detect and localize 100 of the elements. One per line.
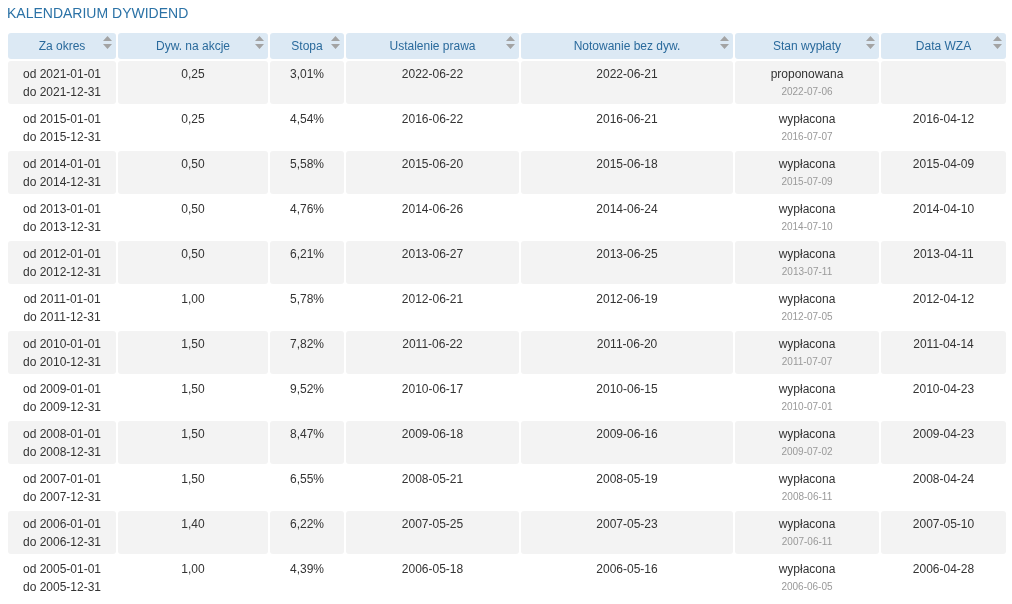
payment-status: wypłacona	[777, 291, 837, 308]
ex-dividend-date: 2008-05-19	[596, 471, 658, 488]
record-date: 2022-06-22	[401, 66, 464, 83]
period-to: do 2021-12-31	[21, 84, 103, 101]
column-header[interactable]: Dyw. na akcje	[118, 33, 268, 59]
column-header[interactable]: Stan wypłaty	[735, 33, 879, 59]
payment-date: 2007-06-11	[780, 535, 834, 549]
ex-dividend-date: 2014-06-24	[596, 201, 658, 218]
dividend-yield: 8,47%	[290, 426, 324, 443]
dividend-yield: 6,21%	[290, 246, 324, 263]
agm-date: 2016-04-12	[912, 111, 975, 128]
dividend-yield: 9,52%	[290, 381, 324, 398]
ex-dividend-date: 2015-06-18	[596, 156, 658, 173]
ex-dividend-date: 2007-05-23	[596, 516, 658, 533]
dividend-per-share: 0,50	[181, 156, 205, 173]
dividend-per-share: 0,25	[181, 111, 205, 128]
dividend-per-share: 1,50	[181, 426, 205, 443]
period-from: od 2012-01-01	[21, 246, 103, 263]
payment-date: 2012-07-05	[780, 310, 834, 324]
dividend-per-share: 0,50	[181, 201, 205, 218]
column-header[interactable]: Ustalenie prawa	[346, 33, 519, 59]
ex-dividend-date: 2013-06-25	[596, 246, 658, 263]
period-from: od 2008-01-01	[21, 426, 103, 443]
record-date: 2015-06-20	[401, 156, 464, 173]
column-header[interactable]: Stopa	[270, 33, 344, 59]
agm-date: 2010-04-23	[912, 381, 975, 398]
record-date: 2016-06-22	[401, 111, 464, 128]
dividend-yield: 5,58%	[290, 156, 324, 173]
ex-dividend-date: 2012-06-19	[596, 291, 658, 308]
record-date: 2013-06-27	[401, 246, 464, 263]
dividend-per-share: 1,00	[181, 561, 205, 578]
period-from: od 2014-01-01	[21, 156, 103, 173]
payment-status: wypłacona	[777, 336, 837, 353]
dividend-per-share: 0,50	[181, 246, 205, 263]
period-from: od 2011-01-01	[22, 291, 102, 308]
ex-dividend-date: 2006-05-16	[596, 561, 658, 578]
agm-date: 2011-04-14	[913, 336, 974, 353]
dividend-yield: 6,55%	[290, 471, 324, 488]
dividend-yield: 7,82%	[290, 336, 324, 353]
column-header[interactable]: Notowanie bez dyw.	[521, 33, 733, 59]
period-to: do 2011-12-31	[22, 309, 102, 326]
agm-date: 2014-04-10	[912, 201, 975, 218]
dividend-yield: 4,54%	[290, 111, 324, 128]
record-date: 2006-05-18	[401, 561, 464, 578]
dividend-per-share: 1,50	[181, 471, 205, 488]
payment-status: wypłacona	[777, 246, 837, 263]
period-from: od 2009-01-01	[21, 381, 103, 398]
period-from: od 2013-01-01	[21, 201, 103, 218]
record-date: 2009-06-18	[401, 426, 464, 443]
dividend-yield: 5,78%	[290, 291, 324, 308]
record-date: 2012-06-21	[401, 291, 464, 308]
dividend-per-share: 1,00	[181, 291, 205, 308]
dividend-yield: 3,01%	[290, 66, 324, 83]
record-date: 2011-06-22	[402, 336, 463, 353]
record-date: 2010-06-17	[401, 381, 464, 398]
agm-date: 2015-04-09	[912, 156, 975, 173]
dividend-per-share: 1,50	[181, 381, 205, 398]
ex-dividend-date: 2022-06-21	[596, 66, 658, 83]
payment-date: 2010-07-01	[780, 400, 834, 414]
payment-status: wypłacona	[777, 471, 837, 488]
payment-status: proponowana	[769, 66, 845, 83]
period-from: od 2015-01-01	[21, 111, 103, 128]
payment-status: wypłacona	[777, 516, 837, 533]
payment-date: 2009-07-02	[780, 445, 834, 459]
payment-status: wypłacona	[777, 426, 837, 443]
period-to: do 2013-12-31	[21, 219, 103, 236]
payment-status: wypłacona	[777, 561, 837, 578]
payment-status: wypłacona	[777, 381, 837, 398]
column-header[interactable]: Za okres	[8, 33, 116, 59]
period-to: do 2005-12-31	[21, 579, 103, 596]
ex-dividend-date: 2011-06-20	[596, 336, 658, 353]
period-to: do 2012-12-31	[21, 264, 103, 281]
period-from: od 2010-01-01	[21, 336, 103, 353]
section-title: KALENDARIUM DYWIDEND	[7, 4, 190, 22]
ex-dividend-date: 2010-06-15	[596, 381, 658, 398]
ex-dividend-date: 2016-06-21	[596, 111, 658, 128]
dividend-per-share: 1,50	[181, 336, 205, 353]
payment-date: 2006-06-05	[780, 580, 834, 594]
period-to: do 2008-12-31	[21, 444, 103, 461]
payment-date: 2013-07-11	[780, 265, 834, 279]
column-header[interactable]: Data WZA	[881, 33, 1006, 59]
agm-date: 2008-04-24	[912, 471, 975, 488]
period-from: od 2006-01-01	[21, 516, 103, 533]
record-date: 2008-05-21	[401, 471, 464, 488]
payment-date: 2022-07-06	[780, 85, 834, 99]
agm-date: 2006-04-28	[912, 561, 975, 578]
period-to: do 2009-12-31	[21, 399, 103, 416]
dividend-per-share: 1,40	[181, 516, 205, 533]
ex-dividend-date: 2009-06-16	[596, 426, 658, 443]
dividend-yield: 4,39%	[290, 561, 324, 578]
period-to: do 2010-12-31	[21, 354, 103, 371]
period-to: do 2006-12-31	[21, 534, 103, 551]
period-from: od 2021-01-01	[21, 66, 103, 83]
agm-date: 2009-04-23	[912, 426, 975, 443]
record-date: 2014-06-26	[401, 201, 464, 218]
payment-status: wypłacona	[777, 156, 837, 173]
period-from: od 2007-01-01	[21, 471, 103, 488]
record-date: 2007-05-25	[401, 516, 464, 533]
period-to: do 2007-12-31	[21, 489, 103, 506]
agm-date: 2013-04-11	[913, 246, 974, 263]
